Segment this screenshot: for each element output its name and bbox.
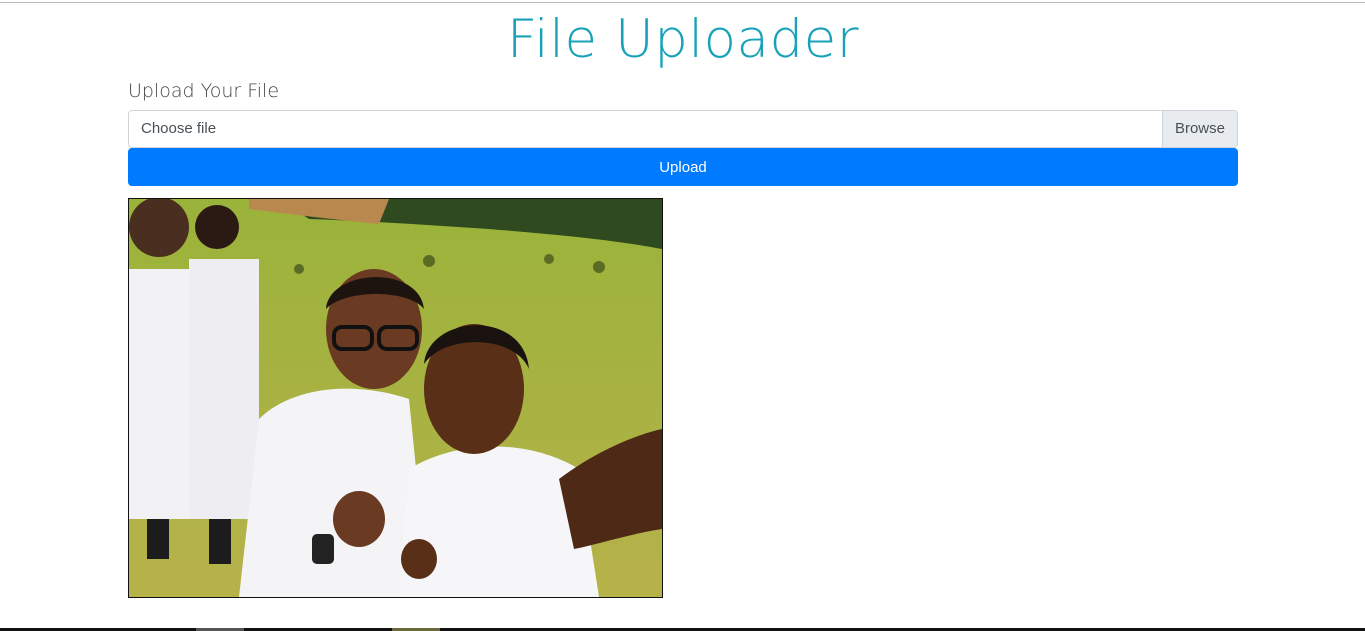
upload-button[interactable]: Upload [128, 148, 1238, 186]
page-title: File Uploader [506, 9, 860, 70]
upload-label: Upload Your File [128, 80, 280, 102]
uploaded-image-preview [128, 198, 663, 598]
file-input[interactable]: Choose file Browse [128, 110, 1238, 148]
file-input-placeholder: Choose file [141, 120, 217, 137]
photo-illustration [129, 199, 662, 597]
browse-button[interactable]: Browse [1161, 111, 1237, 147]
top-divider [0, 2, 1365, 3]
